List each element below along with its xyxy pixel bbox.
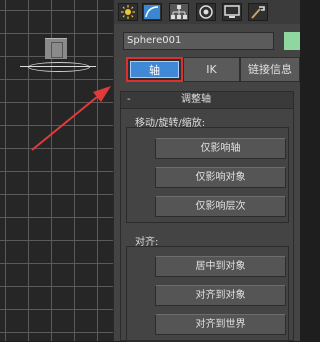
hierarchy-icon [171, 5, 187, 19]
ik-tab-button[interactable]: IK [183, 57, 240, 82]
motion-tab[interactable] [196, 3, 216, 21]
align-to-world-button[interactable]: 对齐到世界 [155, 314, 286, 335]
rollout-title: 调整轴 [181, 94, 211, 105]
pivot-tab-button[interactable]: 轴 [126, 57, 183, 82]
affect-object-only-button[interactable]: 仅影响对象 [155, 167, 286, 188]
pivot-tab-label: 轴 [130, 61, 179, 78]
motion-icon [199, 5, 213, 19]
hierarchy-tab[interactable] [169, 3, 189, 21]
utilities-tab[interactable] [248, 3, 268, 21]
curve-icon [144, 5, 160, 19]
object-color-swatch[interactable] [284, 32, 300, 50]
sun-icon [121, 5, 135, 19]
viewport[interactable] [0, 0, 113, 341]
link-info-tab-button[interactable]: 链接信息 [240, 57, 300, 82]
command-panel-tabs [114, 0, 300, 24]
display-tab[interactable] [222, 3, 242, 21]
affect-hierarchy-only-button[interactable]: 仅影响层次 [155, 196, 286, 217]
align-to-object-button[interactable]: 对齐到对象 [155, 285, 286, 306]
affect-pivot-only-button[interactable]: 仅影响轴 [155, 138, 286, 159]
create-tab[interactable] [118, 3, 138, 21]
rollout-collapse-icon[interactable]: - [127, 92, 135, 108]
object-name-field[interactable]: Sphere001 [123, 32, 274, 50]
rollout-header[interactable]: - 调整轴 [121, 92, 293, 109]
annotation-arrow-icon [31, 86, 111, 151]
display-icon [224, 5, 240, 18]
command-panel: Sphere001 轴 IK 链接信息 - 调整轴 移动/旋转/缩放: 仅影响轴… [113, 0, 300, 342]
adjust-pivot-rollout: - 调整轴 移动/旋转/缩放: 仅影响轴 仅影响对象 仅影响层次 对齐: 居中到… [120, 91, 294, 342]
modify-tab[interactable] [142, 3, 162, 21]
center-to-object-button[interactable]: 居中到对象 [155, 256, 286, 277]
hammer-icon [251, 6, 265, 19]
